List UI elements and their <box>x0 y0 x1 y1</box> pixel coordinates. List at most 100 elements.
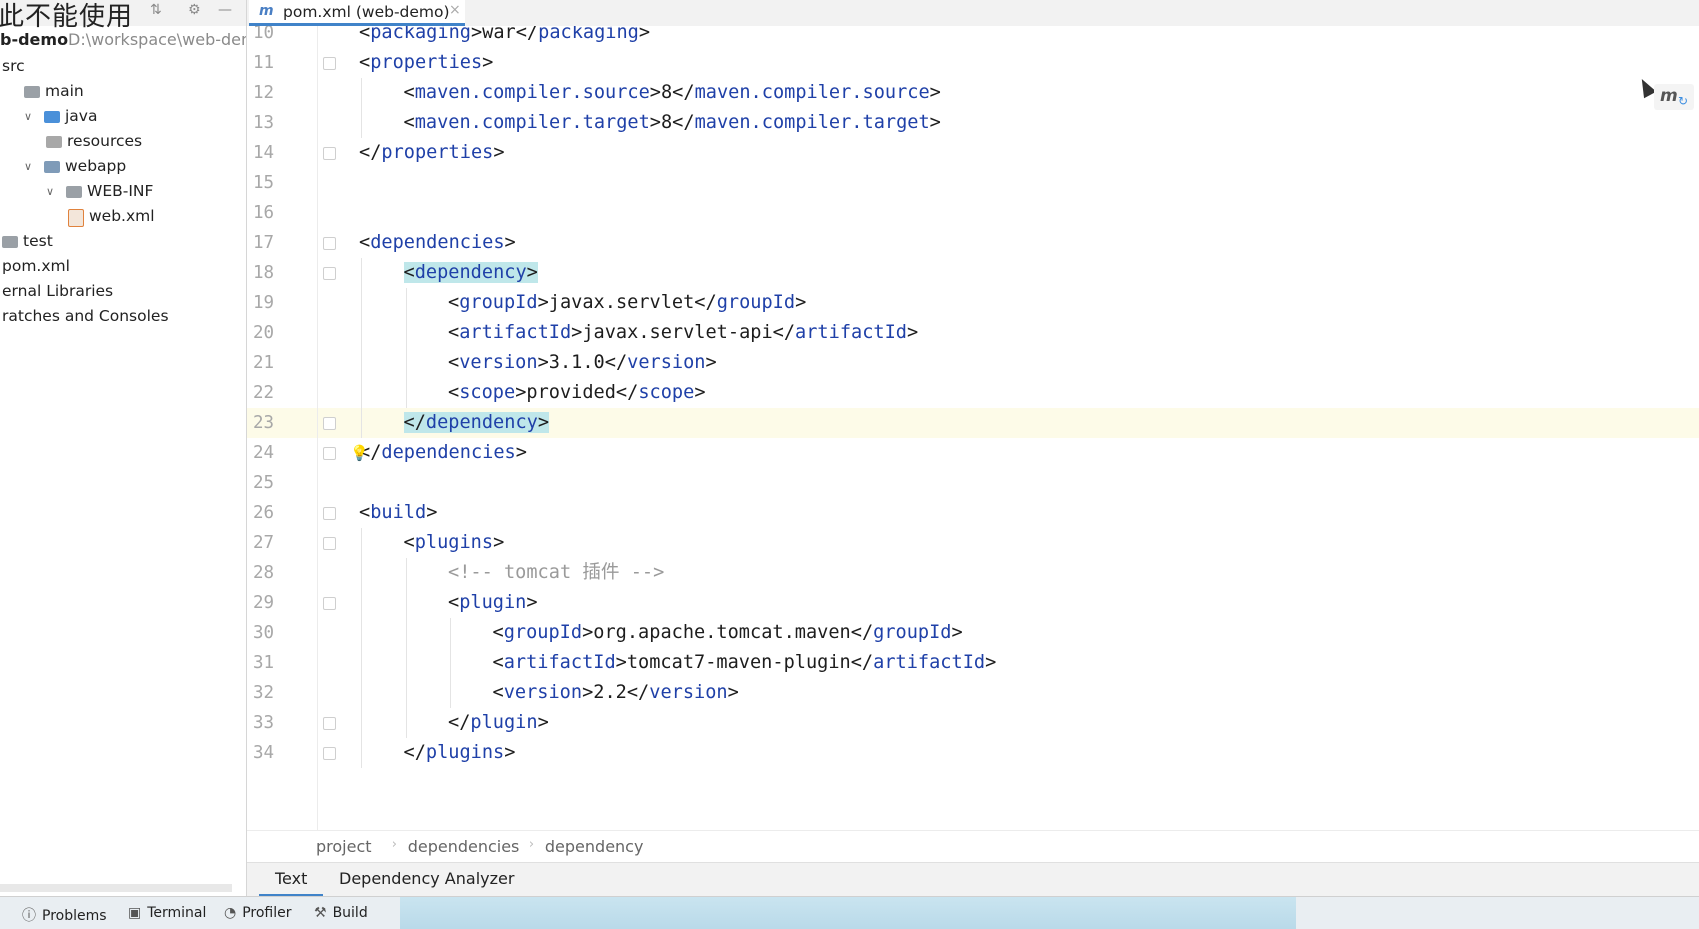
tree-item-ratches-and-consoles[interactable]: ratches and Consoles <box>0 304 246 329</box>
code-editor[interactable]: 10 <packaging>war</packaging> 11 <propertie… <box>247 26 1699 830</box>
code-line[interactable]: 14 </properties> <box>247 138 1699 168</box>
fold-marker-icon[interactable] <box>323 237 336 250</box>
line-number: 15 <box>253 173 275 193</box>
collapse-all-icon[interactable]: ⇅ <box>150 2 162 18</box>
code-line[interactable]: 26 <build> <box>247 498 1699 528</box>
indent-guide <box>361 528 362 558</box>
chevron-down-icon[interactable]: ∨ <box>24 104 32 129</box>
code-line[interactable]: 29 <plugin> <box>247 588 1699 618</box>
code-line[interactable]: 11 <properties> <box>247 48 1699 78</box>
fold-marker-icon[interactable] <box>323 507 336 520</box>
chevron-down-icon[interactable]: ∨ <box>24 154 32 179</box>
indent-guide <box>361 708 362 738</box>
tab-dependency-analyzer[interactable]: Dependency Analyzer <box>339 869 514 888</box>
code-line[interactable]: 19 <groupId>javax.servlet</groupId> <box>247 288 1699 318</box>
indent-guide <box>361 648 362 678</box>
breadcrumb-item[interactable]: dependencies <box>408 837 520 856</box>
code-line[interactable]: 23 </dependency> <box>247 408 1699 438</box>
line-number: 18 <box>253 263 275 283</box>
code-line[interactable]: 25 <box>247 468 1699 498</box>
code-line[interactable]: 31 <artifactId>tomcat7-maven-plugin</arti… <box>247 648 1699 678</box>
chevron-down-icon[interactable]: ∨ <box>46 179 54 204</box>
fold-marker-icon[interactable] <box>323 597 336 610</box>
tree-item-pom-xml[interactable]: pom.xml <box>0 254 246 279</box>
code-text: <version>3.1.0</version> <box>448 352 717 373</box>
terminal-icon: ▣ <box>128 905 142 921</box>
indent-guide <box>405 378 407 408</box>
code-text: <dependencies> <box>359 232 516 253</box>
close-icon[interactable]: × <box>449 2 461 18</box>
fold-marker-icon[interactable] <box>323 717 336 730</box>
tab-pom-xml[interactable]: m pom.xml (web-demo) × <box>249 0 465 26</box>
folder-icon <box>24 86 40 98</box>
tree-item-web-xml[interactable]: web.xml <box>0 204 246 229</box>
indent-guide <box>361 738 362 768</box>
fold-marker-icon[interactable] <box>323 57 336 70</box>
maven-reload-button[interactable]: m ↻ <box>1654 84 1694 110</box>
code-line[interactable]: 22 <scope>provided</scope> <box>247 378 1699 408</box>
editor-area: m pom.xml (web-demo) × 10 <packaging>war<… <box>247 0 1699 928</box>
code-line[interactable]: 28 <!-- tomcat 插件 --> <box>247 558 1699 588</box>
code-line[interactable]: 27 <plugins> <box>247 528 1699 558</box>
code-line[interactable]: 32 <version>2.2</version> <box>247 678 1699 708</box>
code-line[interactable]: 13 <maven.compiler.target>8</maven.compil… <box>247 108 1699 138</box>
folder-icon <box>44 111 60 123</box>
hide-icon[interactable]: — <box>218 2 232 18</box>
fold-marker-icon[interactable] <box>323 147 336 160</box>
tool-window-problems[interactable]: ⓘ Problems <box>22 905 107 925</box>
line-number: 26 <box>253 503 275 523</box>
gear-icon[interactable]: ⚙ <box>188 2 201 18</box>
code-line[interactable]: 17 <dependencies> <box>247 228 1699 258</box>
tree-item-webapp[interactable]: ∨ webapp <box>0 154 246 179</box>
fold-marker-icon[interactable] <box>323 537 336 550</box>
code-text: <plugin> <box>448 592 538 613</box>
indent-guide <box>361 258 362 288</box>
code-line[interactable]: 18 <dependency> <box>247 258 1699 288</box>
code-line[interactable]: 16 <box>247 198 1699 228</box>
indent-guide <box>361 678 362 708</box>
sidebar-scrollbar[interactable] <box>0 884 232 892</box>
breadcrumb-item[interactable]: dependency <box>545 837 644 856</box>
tree-item-src[interactable]: src <box>0 54 246 79</box>
breadcrumb-item[interactable]: project <box>316 837 372 856</box>
project-root-row[interactable]: b-demo D:\workspace\web-dem <box>0 28 246 52</box>
code-line[interactable]: 21 <version>3.1.0</version> <box>247 348 1699 378</box>
indent-guide <box>361 558 362 588</box>
tool-window-build[interactable]: ⚒ Build <box>314 905 368 921</box>
code-line[interactable]: 30 <groupId>org.apache.tomcat.maven</grou… <box>247 618 1699 648</box>
code-line[interactable]: 24 </dependencies> <box>247 438 1699 468</box>
tool-window-profiler[interactable]: ◔ Profiler <box>224 905 292 921</box>
lightbulb-icon[interactable]: 💡 <box>350 444 369 462</box>
fold-marker-icon[interactable] <box>323 267 336 280</box>
indent-guide <box>361 588 362 618</box>
editor-tab-bar: m pom.xml (web-demo) × <box>247 0 1699 26</box>
tool-window-label: Terminal <box>147 905 207 921</box>
fold-marker-icon[interactable] <box>323 447 336 460</box>
line-number: 23 <box>253 413 275 433</box>
line-number: 28 <box>253 563 275 583</box>
code-text: <groupId>org.apache.tomcat.maven</groupI… <box>492 622 963 643</box>
profiler-icon: ◔ <box>224 905 237 921</box>
tree-item-resources[interactable]: resources <box>0 129 246 154</box>
tree-item-ernal-libraries[interactable]: ernal Libraries <box>0 279 246 304</box>
code-line[interactable]: 12 <maven.compiler.source>8</maven.compil… <box>247 78 1699 108</box>
code-text: <artifactId>javax.servlet-api</artifactI… <box>448 322 919 343</box>
tree-item-web-inf[interactable]: ∨ WEB-INF <box>0 179 246 204</box>
code-text: </properties> <box>359 142 505 163</box>
code-line[interactable]: 33 </plugin> <box>247 708 1699 738</box>
tree-item-test[interactable]: test <box>0 229 246 254</box>
code-line[interactable]: 10 <packaging>war</packaging> <box>247 26 1699 48</box>
line-number: 29 <box>253 593 275 613</box>
indent-guide <box>361 378 362 408</box>
code-line[interactable]: 15 <box>247 168 1699 198</box>
breadcrumb-separator: › <box>391 837 397 852</box>
fold-marker-icon[interactable] <box>323 417 336 430</box>
tree-item-java[interactable]: ∨ java <box>0 104 246 129</box>
code-line[interactable]: 34 </plugins> <box>247 738 1699 768</box>
fold-marker-icon[interactable] <box>323 747 336 760</box>
tree-item-main[interactable]: main <box>0 79 246 104</box>
line-number: 10 <box>253 26 275 43</box>
code-line[interactable]: 20 <artifactId>javax.servlet-api</artifac… <box>247 318 1699 348</box>
tool-window-terminal[interactable]: ▣ Terminal <box>128 905 206 921</box>
tab-text[interactable]: Text <box>275 869 307 888</box>
